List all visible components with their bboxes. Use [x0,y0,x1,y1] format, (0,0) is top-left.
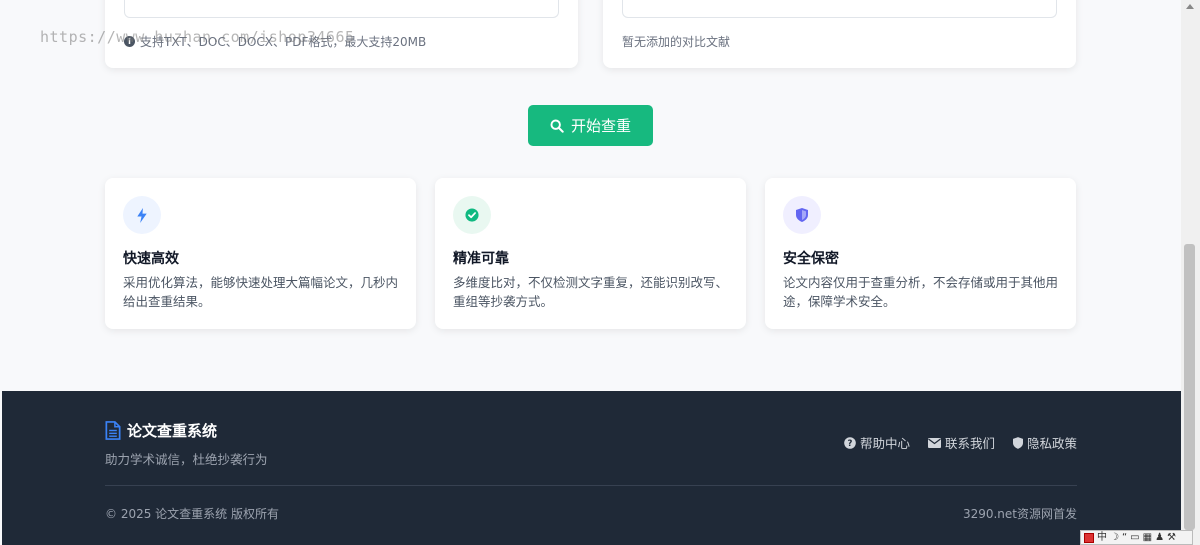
grid-icon[interactable]: ▦ [1143,531,1152,544]
info-icon: i [124,36,135,47]
footer-links: ? 帮助中心 联系我们 隐私政策 [844,433,1077,452]
compare-input[interactable] [622,0,1057,18]
compare-card: 暂无添加的对比文献 [603,0,1076,68]
footer-brand-title: 论文查重系统 [127,422,218,440]
scrollbar[interactable] [1181,0,1200,545]
envelope-icon [927,437,941,448]
upload-hint-text: 支持TXT、DOC、DOCX、PDF格式，最大支持20MB [140,35,427,49]
moon-icon[interactable]: ☽ [1110,531,1119,544]
check-circle-icon [453,196,491,234]
footer-divider [105,485,1077,486]
footer-link-help[interactable]: ? 帮助中心 [844,433,910,452]
svg-text:?: ? [847,439,852,449]
footer: 论文查重系统 助力学术诚信，杜绝抄袭行为 ? 帮助中心 联系我们 隐私政策 © … [2,391,1181,545]
ime-lang-toggle[interactable]: 中 [1097,531,1107,544]
feature-desc: 多维度比对，不仅检测文字重复，还能识别改写、重组等抄袭方式。 [453,275,729,309]
start-check-label: 开始查重 [570,117,631,135]
search-icon [550,119,564,133]
keyboard-icon[interactable]: ▭ [1130,531,1139,544]
scroll-thumb[interactable] [1184,244,1195,530]
feature-desc: 论文内容仅用于查重分析，不会存储或用于其他用途，保障学术安全。 [783,275,1059,309]
feature-desc: 采用优化算法，能够快速处理大篇幅论文，几秒内给出查重结果。 [123,275,399,309]
feature-card-speed: 快速高效 采用优化算法，能够快速处理大篇幅论文，几秒内给出查重结果。 [105,178,416,329]
page: i 支持TXT、DOC、DOCX、PDF格式，最大支持20MB 暂无添加的对比文… [0,0,1181,545]
document-icon [105,421,121,440]
upload-card: i 支持TXT、DOC、DOCX、PDF格式，最大支持20MB [105,0,578,68]
feature-title: 快速高效 [123,251,179,267]
upload-area[interactable] [124,0,559,18]
bolt-icon [123,196,161,234]
question-circle-icon: ? [844,436,856,449]
wrench-icon[interactable]: ⚒ [1167,531,1176,544]
ime-toolbar[interactable]: 中 ☽ “ ▭ ▦ ♟ ⚒ [1080,530,1193,545]
footer-link-label: 帮助中心 [859,436,910,451]
scroll-up-icon[interactable] [1186,4,1194,9]
feature-card-accuracy: 精准可靠 多维度比对，不仅检测文字重复，还能识别改写、重组等抄袭方式。 [435,178,746,329]
compare-empty-text: 暂无添加的对比文献 [622,35,731,49]
shield-icon [1012,436,1023,449]
start-check-button[interactable]: 开始查重 [528,105,653,146]
footer-link-contact[interactable]: 联系我们 [927,433,995,452]
shield-icon [783,196,821,234]
footer-brand: 论文查重系统 [105,420,217,441]
feature-title: 安全保密 [783,251,839,267]
feature-card-security: 安全保密 论文内容仅用于查重分析，不会存储或用于其他用途，保障学术安全。 [765,178,1076,329]
ime-logo-icon[interactable] [1084,532,1094,543]
feature-title: 精准可靠 [453,251,509,267]
copyright: © 2025 论文查重系统 版权所有 [105,507,279,521]
footer-link-privacy[interactable]: 隐私政策 [1012,433,1077,452]
footer-link-label: 联系我们 [944,436,995,451]
site-link[interactable]: 3290.net资源网首发 [963,505,1077,522]
punctuation-icon[interactable]: “ [1122,531,1127,544]
upload-hint: i 支持TXT、DOC、DOCX、PDF格式，最大支持20MB [124,33,426,50]
footer-tagline: 助力学术诚信，杜绝抄袭行为 [105,452,268,467]
footer-link-label: 隐私政策 [1026,436,1077,451]
user-icon[interactable]: ♟ [1155,531,1164,544]
